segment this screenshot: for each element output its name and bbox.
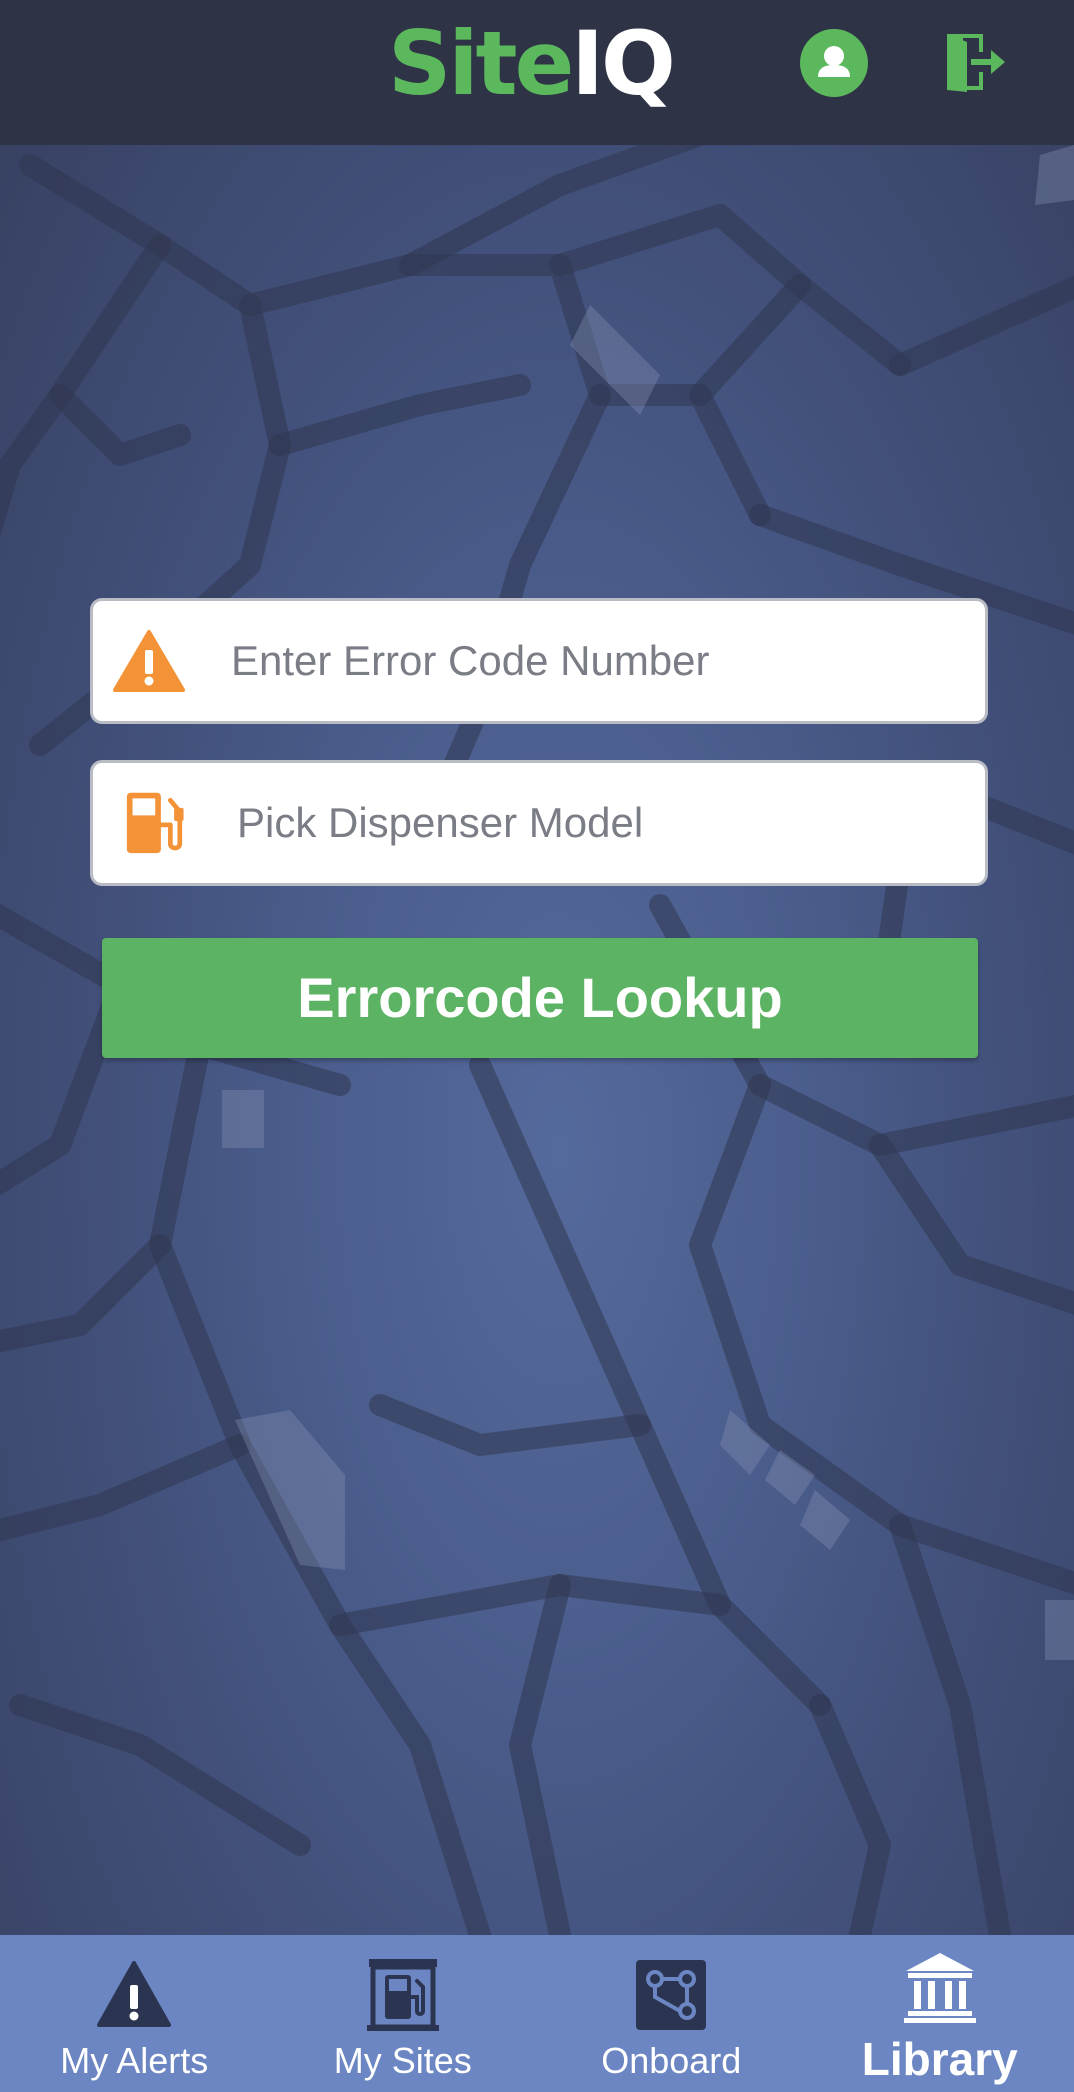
nav-item-my-sites[interactable]: My Sites [269, 1935, 538, 2092]
logout-button[interactable] [945, 30, 1011, 94]
user-icon [818, 46, 850, 77]
nav-label-library: Library [861, 2033, 1018, 2085]
logo-site-text: Site [388, 12, 574, 115]
nav-label-my-sites: My Sites [333, 2040, 472, 2081]
nav-item-library[interactable]: Library [806, 1935, 1074, 2092]
logo-iq-text: IQ [571, 12, 676, 115]
errorcode-lookup-button[interactable]: Errorcode Lookup [102, 938, 978, 1058]
error-code-field[interactable] [90, 598, 988, 724]
error-code-input[interactable] [231, 601, 961, 721]
app-screen: SiteIQ Enter Error Code Number Pick Disp… [0, 0, 1074, 2092]
fuel-pump-icon [126, 792, 184, 854]
logout-icon [947, 34, 1005, 92]
nav-item-onboard[interactable]: Onboard [537, 1935, 806, 2092]
onboard-icon [636, 1960, 707, 2030]
nav-label-my-alerts: My Alerts [60, 2040, 209, 2081]
bottom-navigation: My Alerts My Sites Onboard Library [0, 1935, 1074, 2092]
gas-station-icon [366, 1959, 439, 2031]
dispenser-model-placeholder: Pick Dispenser Model [237, 799, 644, 846]
app-header: SiteIQ [0, 0, 1074, 145]
nav-label-onboard: Onboard [601, 2040, 742, 2081]
siteiq-logo: SiteIQ [388, 12, 676, 115]
library-icon [903, 1953, 976, 2023]
profile-button[interactable] [800, 29, 868, 97]
dispenser-model-picker[interactable]: Pick Dispenser Model [90, 760, 988, 886]
warning-icon [113, 630, 185, 692]
alert-icon [97, 1961, 172, 2027]
nav-item-my-alerts[interactable]: My Alerts [0, 1935, 269, 2092]
